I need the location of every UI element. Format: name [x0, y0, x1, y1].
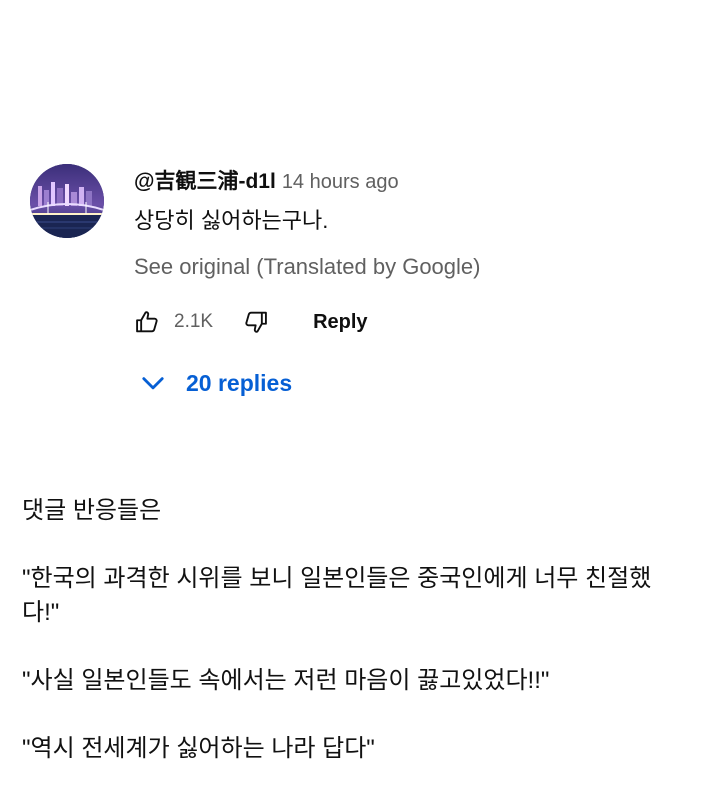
- replies-count-label: 20 replies: [186, 369, 293, 396]
- post-paragraph: "한국의 과격한 시위를 보니 일본인들은 중국인에게 너무 친절했다!": [22, 565, 652, 626]
- avatar[interactable]: [30, 164, 104, 238]
- thumbs-down-icon: [245, 311, 267, 333]
- chevron-down-icon: [142, 377, 164, 390]
- dislike-button[interactable]: [239, 305, 273, 339]
- post-paragraph: 댓글 반응들은: [22, 497, 162, 524]
- comment-header: @吉観三浦-d1l 14 hours ago: [134, 168, 399, 198]
- comment-thread: @吉観三浦-d1l 14 hours ago 상당히 싫어하는구나. See or…: [0, 0, 714, 440]
- thumbs-up-icon: [136, 311, 158, 333]
- post-paragraph: "역시 전세계가 싫어하는 나라 답다": [22, 735, 375, 762]
- comment-author[interactable]: @吉観三浦-d1l: [134, 170, 276, 193]
- comment-actions: 2.1K Reply: [130, 304, 368, 340]
- comment-timestamp[interactable]: 14 hours ago: [282, 171, 399, 193]
- avatar-night-bridge-image: [30, 164, 104, 238]
- post-paragraph: "사실 일본인들도 속에서는 저런 마음이 끓고있었다!!": [22, 667, 550, 694]
- replies-toggle[interactable]: 20 replies: [140, 364, 292, 402]
- like-count: 2.1K: [174, 311, 214, 332]
- like-button[interactable]: [130, 305, 164, 339]
- see-original-link[interactable]: See original (Translated by Google): [134, 252, 480, 282]
- reply-button[interactable]: Reply: [313, 311, 367, 334]
- comment-text: 상당히 싫어하는구나.: [134, 208, 329, 233]
